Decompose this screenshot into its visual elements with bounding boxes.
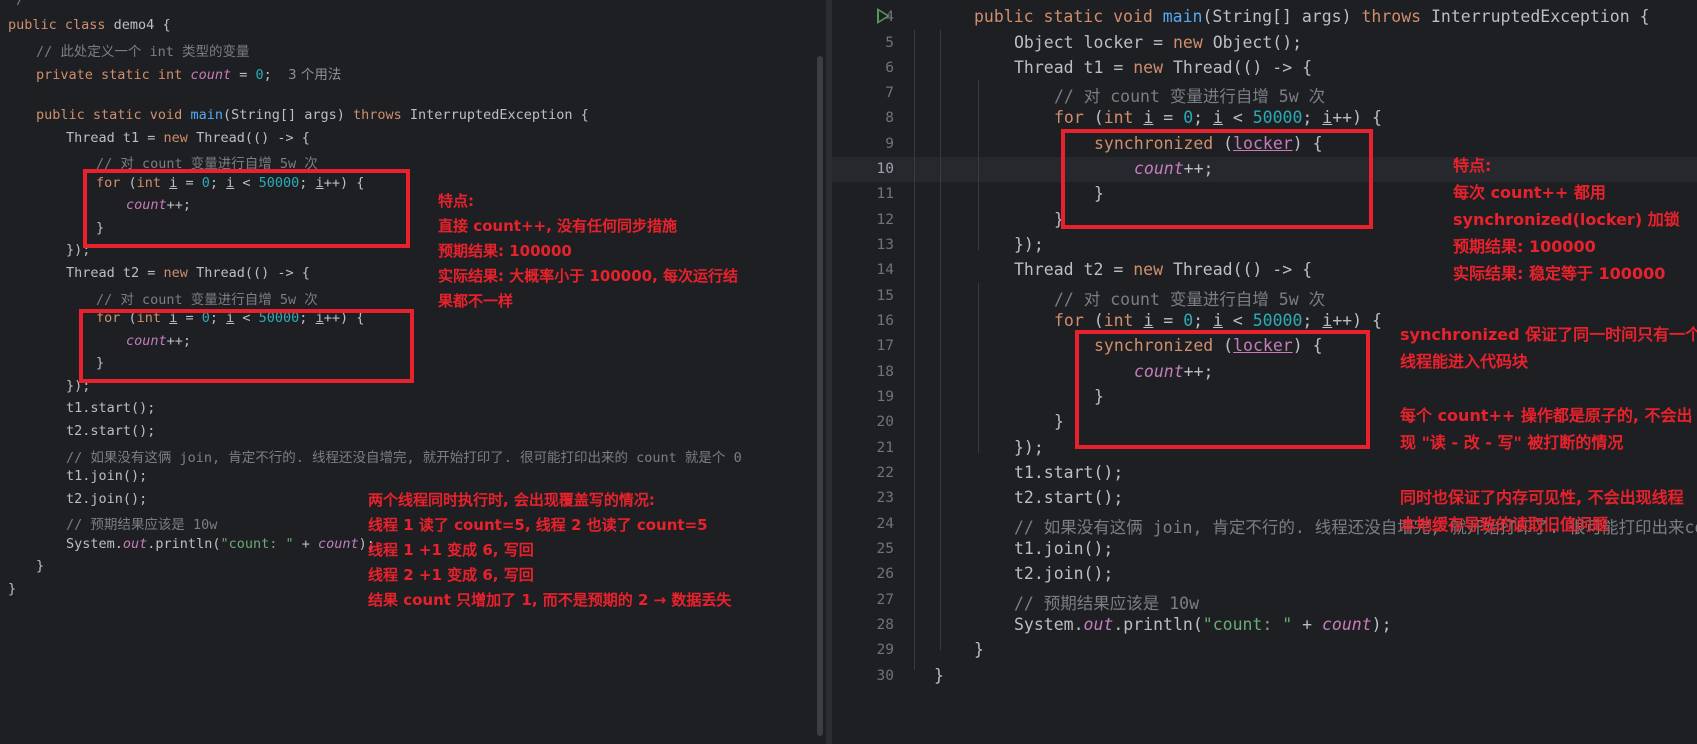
code-line: t1.join(); — [1014, 539, 1114, 558]
line-number: 26 — [876, 566, 894, 582]
code-line: for (int i = 0; i < 50000; i++) { — [1054, 311, 1382, 330]
code-line: t1.start(); — [1014, 463, 1124, 482]
code-line: t1.join(); — [66, 468, 148, 484]
usage-hint[interactable]: 3 个用法 — [288, 67, 341, 83]
highlight-box — [79, 309, 414, 383]
left-editor-pane[interactable]: */ public class demo4 { // 此处定义一个 int 类型… — [0, 0, 826, 744]
code-line: System.out.println("count: " + count); — [1014, 615, 1392, 634]
code-line: // 此处定义一个 int 类型的变量 — [36, 44, 250, 60]
indent-guide — [978, 283, 979, 453]
run-gutter-icon[interactable] — [877, 8, 890, 24]
line-number: 29 — [876, 642, 894, 658]
code-line: private static int count = 0; 3 个用法 — [36, 67, 342, 83]
code-line: } — [974, 640, 984, 659]
line-number: 28 — [876, 617, 894, 633]
code-line: // 对 count 变量进行自增 5w 次 — [1054, 290, 1326, 309]
code-line: Object locker = new Object(); — [1014, 33, 1303, 52]
comment-end: */ — [8, 0, 25, 8]
indent-guide — [978, 80, 979, 250]
code-line: } — [934, 666, 944, 685]
left-code[interactable]: */ public class demo4 { // 此处定义一个 int 类型… — [0, 0, 742, 597]
code-line: // 对 count 变量进行自增 5w 次 — [1054, 87, 1326, 106]
right-code[interactable]: public static void main(String[] args) t… — [832, 0, 1697, 685]
code-line: // 如果没有这俩 join, 肯定不行的. 线程还没自增完, 就开始打印了. … — [66, 450, 742, 466]
code-line: Thread t1 = new Thread(() -> { — [66, 130, 310, 146]
annotation-sync: synchronized 保证了同一时间只有一个 线程能进入代码块 — [1400, 325, 1697, 371]
highlight-box — [1061, 129, 1373, 229]
code-line: Thread t2 = new Thread(() -> { — [1014, 260, 1313, 279]
annotation-race-condition: 两个线程同时执行时, 会出现覆盖写的情况: 线程 1 读了 count=5, 线… — [368, 491, 732, 609]
indent-guide — [914, 30, 915, 670]
annotation-visibility: 同时也保证了内存可见性, 不会出现线程 本地缓存导致的读取旧值问题 — [1400, 488, 1684, 534]
code-line: }); — [1014, 235, 1044, 254]
code-line: t2.join(); — [1014, 564, 1114, 583]
right-editor-pane[interactable]: 4 5 6 7 8 9 10 11 12 13 14 15 16 17 18 1… — [832, 0, 1697, 744]
code-line: // 预期结果应该是 10w — [66, 517, 218, 533]
annotation-features: 特点: 直接 count++, 没有任何同步措施 预期结果: 100000 实际… — [438, 192, 738, 310]
code-line: public static void main(String[] args) t… — [974, 7, 1650, 26]
code-line: } — [8, 581, 17, 597]
code-line: public static void main(String[] args) t… — [36, 107, 589, 123]
code-line: Thread t1 = new Thread(() -> { — [1014, 58, 1313, 77]
code-line: t2.start(); — [1014, 488, 1124, 507]
highlight-box — [83, 169, 410, 248]
indent-guide — [940, 30, 941, 650]
code-line: t1.start(); — [66, 400, 156, 416]
line-number: 27 — [876, 592, 894, 608]
code-line: System.out.println("count: " + count); — [66, 536, 375, 552]
code-line: public class demo4 { — [8, 17, 171, 33]
annotation-atomic: 每个 count++ 操作都是原子的, 不会出 现 "读 - 改 - 写" 被打… — [1400, 406, 1693, 452]
code-line: for (int i = 0; i < 50000; i++) { — [1054, 108, 1382, 127]
code-line: } — [1054, 412, 1064, 431]
code-fragment: */ — [8, 0, 24, 12]
code-line: // 对 count 变量进行自增 5w 次 — [96, 292, 318, 308]
scrollbar[interactable] — [817, 56, 823, 736]
code-line: }); — [1014, 438, 1044, 457]
code-line: Thread t2 = new Thread(() -> { — [66, 265, 310, 281]
highlight-box — [1075, 330, 1370, 449]
code-line: } — [36, 558, 45, 574]
code-line: // 预期结果应该是 10w — [1014, 594, 1200, 613]
line-number: 30 — [876, 668, 894, 684]
code-line: t2.join(); — [66, 491, 148, 507]
code-line: t2.start(); — [66, 423, 156, 439]
annotation-features: 特点: 每次 count++ 都用 synchronized(locker) 加… — [1453, 156, 1680, 283]
